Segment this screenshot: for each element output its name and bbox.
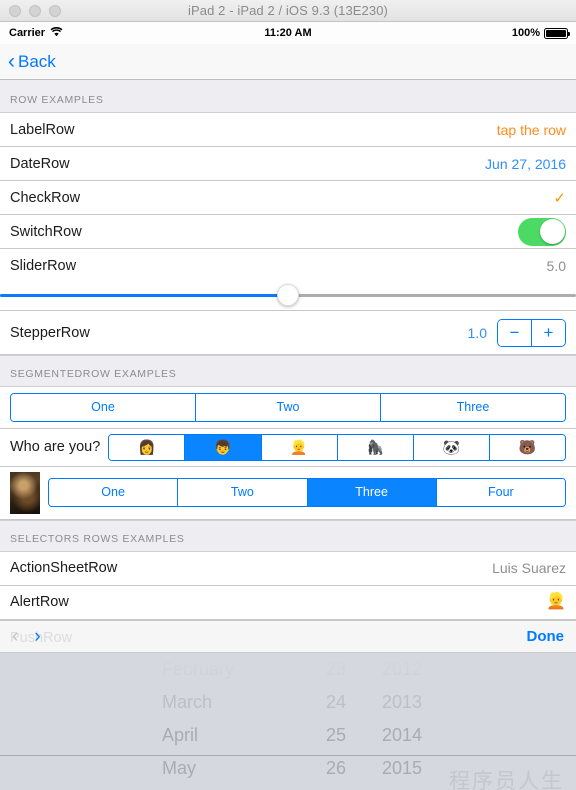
gorilla-emoji[interactable]: 🦍 bbox=[336, 434, 413, 460]
window-title: iPad 2 - iPad 2 / iOS 9.3 (13E230) bbox=[188, 3, 388, 18]
battery-icon bbox=[544, 27, 570, 39]
segmented-control-four[interactable]: One Two Three Four bbox=[48, 478, 566, 508]
bear-emoji[interactable]: 🐻 bbox=[488, 434, 566, 460]
picker-item[interactable]: 2013 bbox=[346, 686, 422, 719]
portrait-thumbnail bbox=[10, 471, 40, 514]
picker-item-selected[interactable]: 27 bbox=[276, 785, 346, 790]
switch-knob bbox=[539, 219, 565, 244]
boy-emoji[interactable]: 👦 bbox=[184, 434, 261, 460]
chevron-right-icon[interactable]: › bbox=[34, 627, 40, 646]
picker-item-selected[interactable]: 2016 bbox=[346, 785, 422, 790]
date-picker-month-column[interactable]: February March April May June July Augus… bbox=[144, 653, 276, 790]
row-value: Jun 27, 2016 bbox=[485, 155, 566, 172]
segment-two[interactable]: Two bbox=[195, 394, 380, 421]
row-title: SliderRow bbox=[10, 258, 77, 274]
picker-navigation-buttons[interactable]: ‹ › bbox=[12, 627, 41, 646]
row-switch-row[interactable]: SwitchRow bbox=[0, 215, 576, 249]
segment-one[interactable]: One bbox=[49, 479, 178, 507]
checkmark-icon: ✓ bbox=[553, 189, 566, 207]
row-title: DateRow bbox=[10, 155, 70, 172]
picker-item[interactable]: March bbox=[162, 686, 276, 719]
picker-item[interactable]: 2014 bbox=[346, 719, 422, 752]
picker-item[interactable]: 2012 bbox=[346, 653, 422, 686]
navigation-bar: ‹ Back bbox=[0, 44, 576, 80]
form-table-view: ROW EXAMPLES LabelRow tap the row DateRo… bbox=[0, 80, 576, 620]
row-title: ActionSheetRow bbox=[10, 560, 118, 577]
picker-item[interactable]: 2015 bbox=[346, 752, 422, 785]
date-picker-year-column[interactable]: 2012 2013 2014 2015 2016 2017 2018 2019 … bbox=[346, 653, 432, 790]
switch-toggle[interactable] bbox=[518, 217, 566, 246]
stepper-control[interactable]: − + bbox=[497, 318, 566, 347]
row-stepper-row[interactable]: StepperRow 1.0 − + bbox=[0, 311, 576, 355]
segment-three[interactable]: Three bbox=[306, 479, 436, 507]
picker-item[interactable]: 23 bbox=[276, 653, 346, 686]
picker-selection-indicator bbox=[0, 754, 576, 756]
segmented-row-label: Who are you? bbox=[10, 439, 101, 456]
segment-four[interactable]: Four bbox=[435, 479, 565, 507]
slider-thumb[interactable] bbox=[277, 284, 299, 306]
row-date-row[interactable]: DateRow Jun 27, 2016 bbox=[0, 147, 576, 181]
picker-item[interactable]: 26 bbox=[276, 752, 346, 785]
status-bar-time: 11:20 AM bbox=[264, 27, 312, 39]
date-picker-columns: February March April May June July Augus… bbox=[0, 653, 576, 790]
segmented-control-one[interactable]: One Two Three bbox=[10, 393, 566, 422]
segment-three[interactable]: Three bbox=[380, 394, 565, 421]
date-picker-day-column[interactable]: 23 24 25 26 27 28 29 30 31 bbox=[276, 653, 346, 790]
picker-item[interactable]: February bbox=[162, 653, 276, 686]
picker-item-selected[interactable]: June bbox=[162, 785, 276, 790]
stepper-increment-button[interactable]: + bbox=[532, 319, 565, 346]
segment-two[interactable]: Two bbox=[177, 479, 307, 507]
picker-item[interactable]: 25 bbox=[276, 719, 346, 752]
panda-emoji[interactable]: 🐼 bbox=[412, 434, 489, 460]
chevron-left-icon: ‹ bbox=[8, 49, 15, 73]
date-picker[interactable]: February March April May June July Augus… bbox=[0, 652, 576, 790]
segment-one[interactable]: One bbox=[11, 394, 195, 421]
row-title: LabelRow bbox=[10, 121, 75, 138]
row-segmented-with-image[interactable]: One Two Three Four bbox=[0, 466, 576, 520]
back-button[interactable]: ‹ Back bbox=[8, 49, 56, 73]
row-action-sheet-row[interactable]: ActionSheetRow Luis Suarez bbox=[0, 551, 576, 586]
ios-status-bar: Carrier 11:20 AM 100% bbox=[0, 22, 576, 44]
row-title: CheckRow bbox=[10, 189, 81, 206]
row-title: StepperRow bbox=[10, 324, 90, 341]
section-header-segmented-examples: SEGMENTEDROW EXAMPLES bbox=[0, 355, 576, 387]
blonde-person-emoji[interactable]: 👱 bbox=[260, 434, 337, 460]
stepper-value-label: 1.0 bbox=[467, 324, 487, 341]
slider-control[interactable] bbox=[0, 280, 576, 310]
stepper-decrement-button[interactable]: − bbox=[498, 319, 531, 346]
row-alert-row[interactable]: AlertRow 👱 bbox=[0, 585, 576, 620]
blonde-person-emoji: 👱 bbox=[546, 593, 566, 611]
row-value: tap the row bbox=[496, 121, 566, 138]
row-segmented-emoji[interactable]: Who are you? 👩 👦 👱 🦍 🐼 🐻 bbox=[0, 428, 576, 467]
row-check-row[interactable]: CheckRow ✓ bbox=[0, 181, 576, 215]
chevron-left-icon: ‹ bbox=[12, 625, 19, 647]
picker-item[interactable]: 24 bbox=[276, 686, 346, 719]
girl-emoji[interactable]: 👩 bbox=[109, 434, 185, 460]
row-title: AlertRow bbox=[10, 594, 69, 611]
slider-row-header: SliderRow 5.0 bbox=[0, 249, 576, 280]
row-label-row[interactable]: LabelRow tap the row bbox=[0, 113, 576, 147]
slider-value-label: 5.0 bbox=[546, 258, 566, 274]
window-titlebar: iPad 2 - iPad 2 / iOS 9.3 (13E230) bbox=[0, 0, 576, 22]
picker-item[interactable]: April bbox=[162, 719, 276, 752]
row-slider-row[interactable]: SliderRow 5.0 bbox=[0, 249, 576, 311]
back-button-label: Back bbox=[18, 51, 56, 71]
row-value: Luis Suarez bbox=[492, 560, 566, 577]
picker-input-accessory-toolbar: PushRow ‹ › Done bbox=[0, 619, 576, 653]
row-segmented-basic[interactable]: One Two Three bbox=[0, 387, 576, 429]
section-header-row-examples: ROW EXAMPLES bbox=[0, 80, 576, 113]
section-header-selectors-examples: SELECTORS ROWS EXAMPLES bbox=[0, 519, 576, 552]
slider-fill bbox=[0, 294, 288, 297]
row-title: SwitchRow bbox=[10, 223, 82, 240]
picker-item[interactable]: May bbox=[162, 752, 276, 785]
segmented-control-who-are-you[interactable]: 👩 👦 👱 🦍 🐼 🐻 bbox=[108, 433, 566, 461]
done-button[interactable]: Done bbox=[527, 628, 565, 645]
